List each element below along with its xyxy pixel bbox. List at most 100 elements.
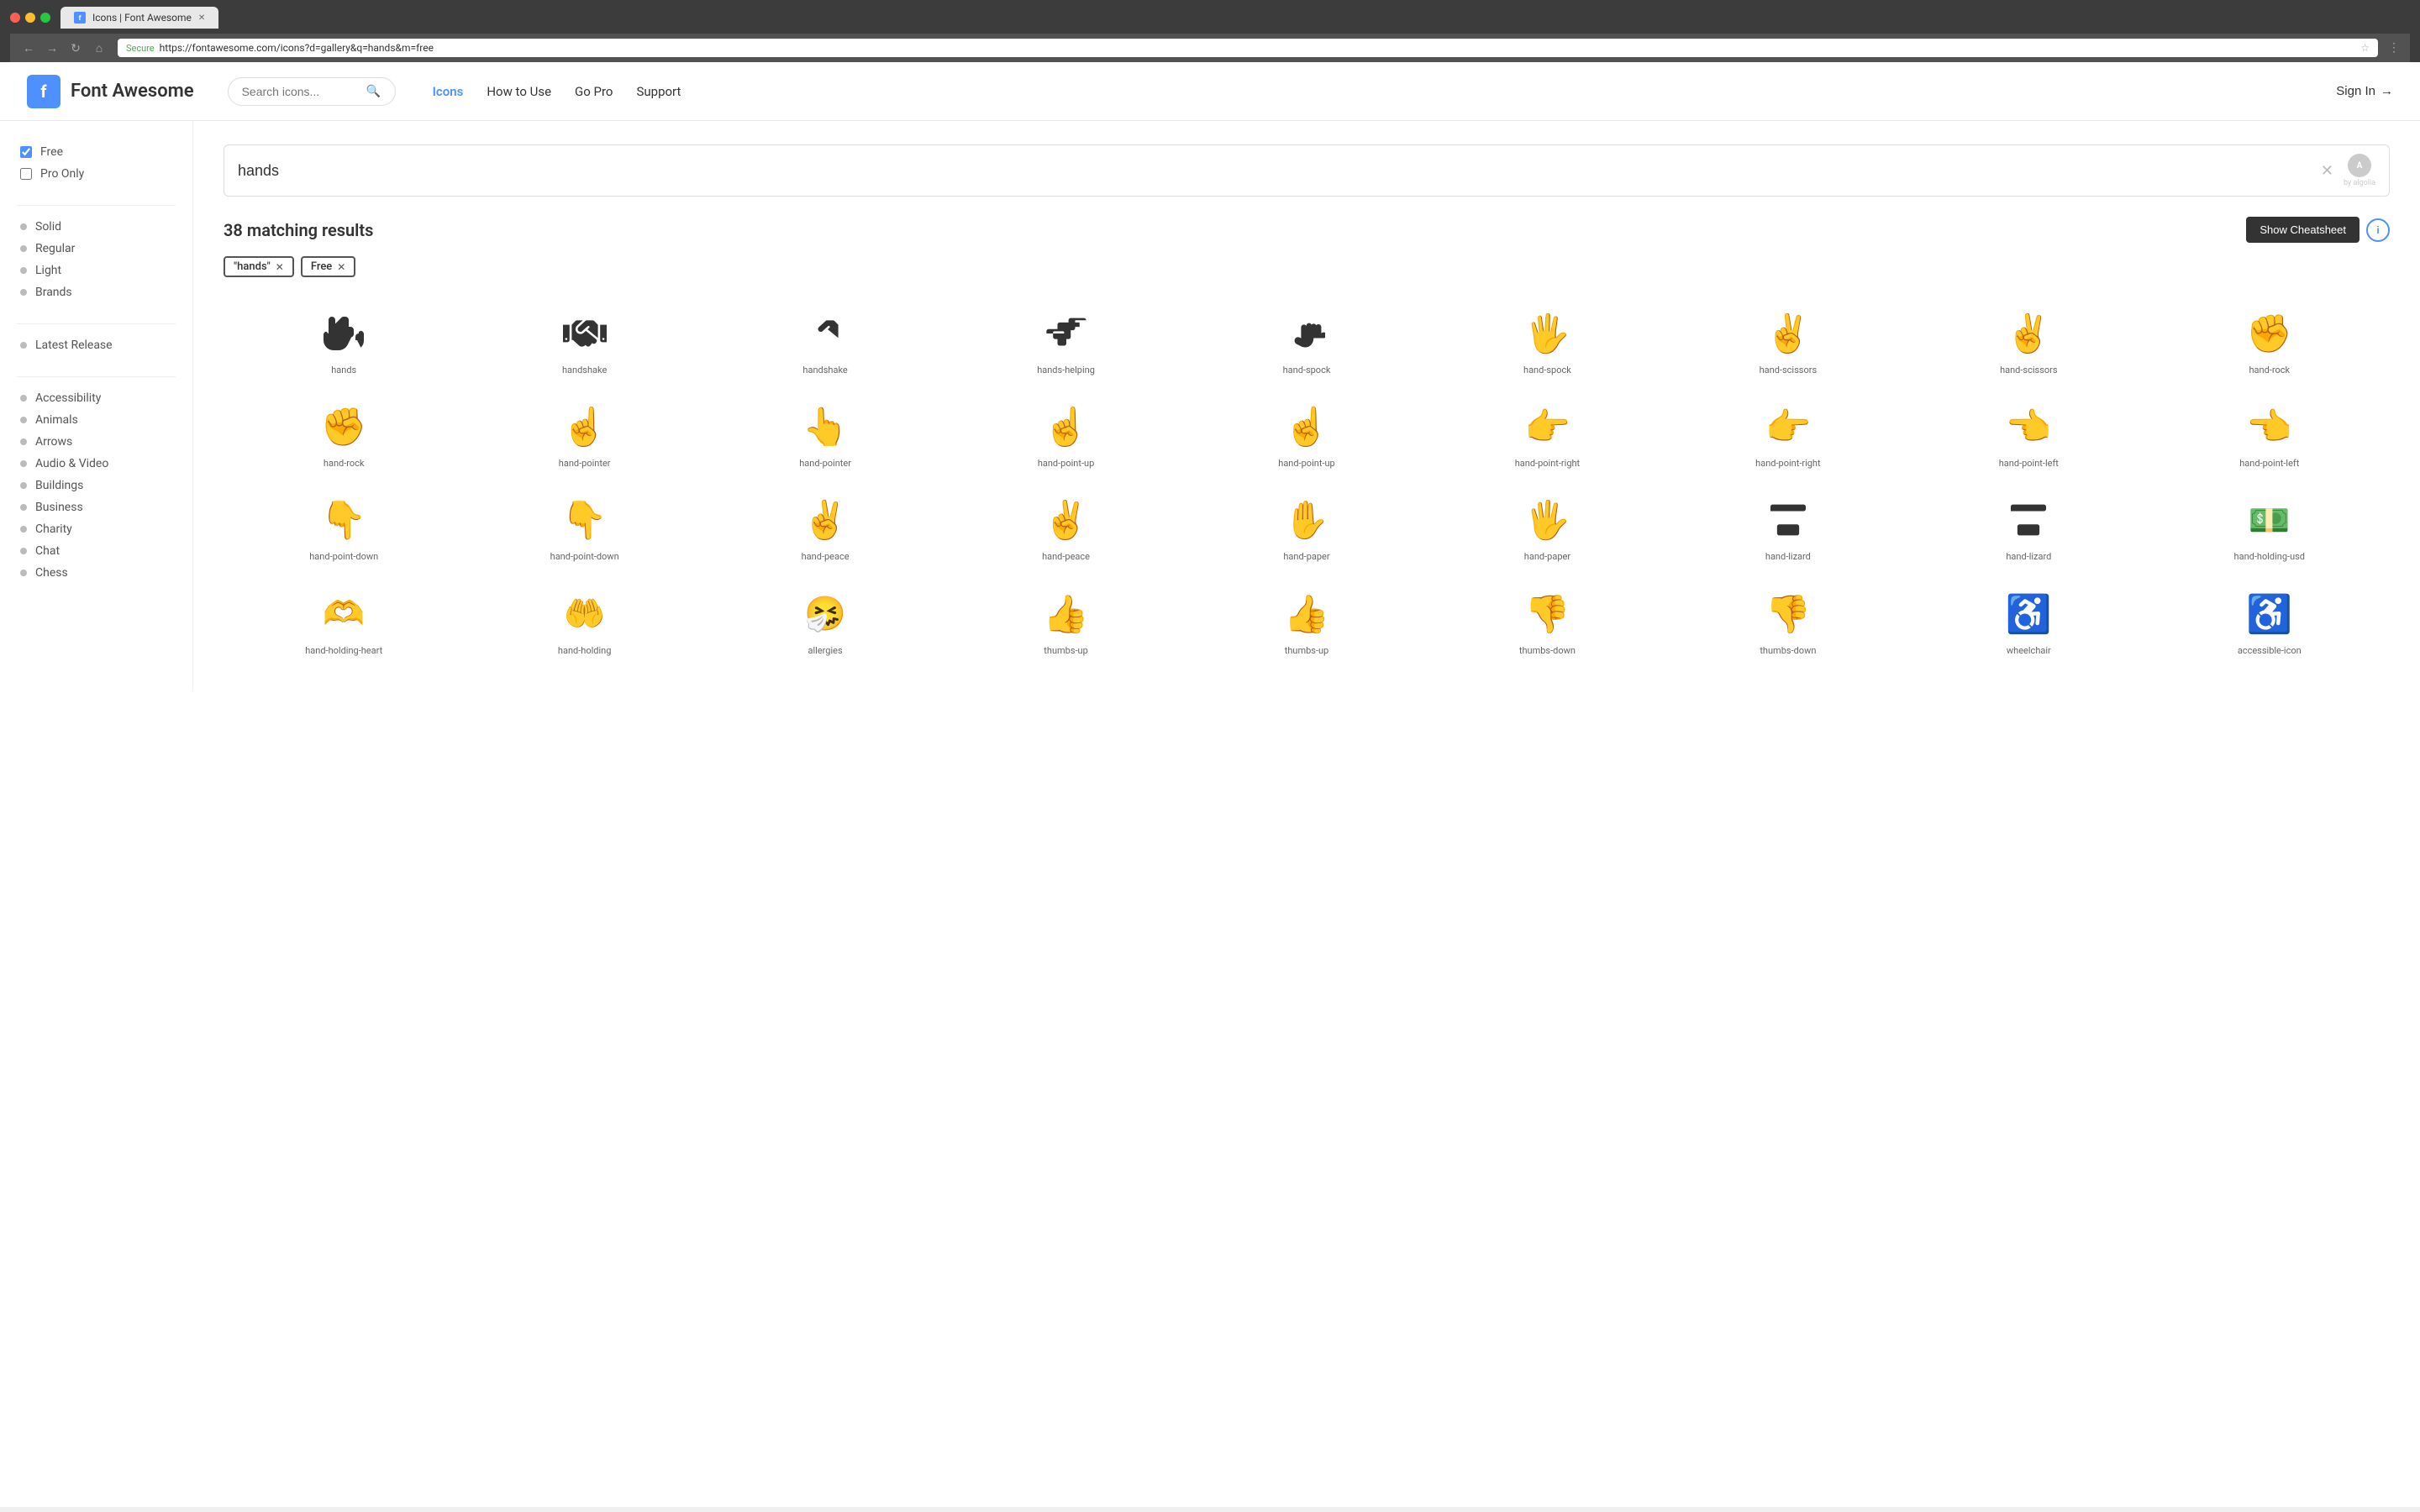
sidebar-item-latest-release[interactable]: Latest Release (17, 334, 176, 356)
icon-item-hand-point-right-2[interactable]: 👉 hand-point-right (1668, 387, 1908, 480)
chess-label: Chess (35, 566, 68, 580)
header-search-box[interactable]: 🔍 (228, 77, 396, 106)
icon-item-hand-lizard-2[interactable]: hand-lizard (1908, 480, 2149, 574)
icon-item-hand-peace-1[interactable]: ✌️ hand-peace (705, 480, 945, 574)
icon-item-hand-paper-2[interactable]: 🖐 hand-paper (1427, 480, 1667, 574)
nav-support[interactable]: Support (636, 84, 681, 99)
icon-item-hand-paper-1[interactable]: ✋ hand-paper (1186, 480, 1427, 574)
sidebar-item-free[interactable]: Free (17, 141, 176, 163)
sidebar-item-regular[interactable]: Regular (17, 238, 176, 260)
icon-item-hand-spock-1[interactable]: hand-spock (1186, 294, 1427, 387)
back-button[interactable]: ← (20, 39, 37, 56)
sidebar-item-business[interactable]: Business (17, 496, 176, 518)
sidebar-item-light[interactable]: Light (17, 260, 176, 281)
brands-label: Brands (35, 286, 72, 299)
icon-item-hand-scissors-2[interactable]: ✌ hand-scissors (1908, 294, 2149, 387)
icon-item-handshake-2[interactable]: handshake (705, 294, 945, 387)
filter-tag-hands[interactable]: "hands" ✕ (224, 256, 294, 277)
main-content: ✕ A by algolia 38 matching results Show … (193, 121, 2420, 691)
browser-tab[interactable]: f Icons | Font Awesome ✕ (60, 7, 218, 29)
logo-area[interactable]: f Font Awesome (27, 75, 194, 108)
icon-item-hand-pointer-1[interactable]: ☝ hand-pointer (464, 387, 704, 480)
close-window-button[interactable] (10, 13, 20, 23)
sidebar-item-buildings[interactable]: Buildings (17, 475, 176, 496)
sidebar-filter-section: Free Pro Only (17, 141, 176, 185)
icon-item-accessible-icon[interactable]: ♿ accessible-icon (2149, 575, 2390, 668)
sidebar-item-brands[interactable]: Brands (17, 281, 176, 303)
icon-item-hands[interactable]: hands (224, 294, 464, 387)
forward-button[interactable]: → (44, 39, 60, 56)
minimize-window-button[interactable] (25, 13, 35, 23)
icon-item-thumbs-down-2[interactable]: 👎 thumbs-down (1668, 575, 1908, 668)
sidebar-item-chess[interactable]: Chess (17, 562, 176, 584)
icon-item-hand-lizard-1[interactable]: hand-lizard (1668, 480, 1908, 574)
sidebar-item-chat[interactable]: Chat (17, 540, 176, 562)
icon-item-allergies[interactable]: 🤧 allergies (705, 575, 945, 668)
free-checkbox[interactable] (20, 146, 32, 158)
filter-tag-free-remove[interactable]: ✕ (337, 261, 345, 273)
thumbs-up-1-icon-label: thumbs-up (1044, 645, 1088, 656)
sidebar-item-arrows[interactable]: Arrows (17, 431, 176, 453)
icon-item-hand-rock-2[interactable]: ✊ hand-rock (224, 387, 464, 480)
icon-search-input[interactable] (238, 162, 2321, 180)
icon-item-thumbs-up-2[interactable]: 👍 thumbs-up (1186, 575, 1427, 668)
icon-item-hand-spock-2[interactable]: 🖐 hand-spock (1427, 294, 1667, 387)
sidebar-item-charity[interactable]: Charity (17, 518, 176, 540)
icon-item-hand-scissors-1[interactable]: ✌️ hand-scissors (1668, 294, 1908, 387)
hand-spock-1-icon-glyph (1288, 311, 1325, 356)
hand-holding-heart-icon-label: hand-holding-heart (305, 645, 382, 656)
icon-item-handshake-1[interactable]: handshake (464, 294, 704, 387)
icon-item-hand-point-up-1[interactable]: ☝ hand-point-up (945, 387, 1186, 480)
refresh-button[interactable]: ↻ (67, 39, 84, 56)
icon-item-hands-helping[interactable]: hands-helping (945, 294, 1186, 387)
icon-item-hand-point-down-1[interactable]: 👇 hand-point-down (224, 480, 464, 574)
browser-menu-button[interactable]: ⋮ (2388, 41, 2400, 55)
icon-item-hand-pointer-2[interactable]: 👆 hand-pointer (705, 387, 945, 480)
nav-go-pro[interactable]: Go Pro (575, 84, 613, 99)
sidebar-divider-3 (17, 376, 176, 377)
icon-item-thumbs-down-1[interactable]: 👎 thumbs-down (1427, 575, 1667, 668)
accessible-icon-glyph: ♿ (2246, 591, 2292, 637)
icon-item-wheelchair[interactable]: ♿ wheelchair (1908, 575, 2149, 668)
nav-how-to-use[interactable]: How to Use (487, 84, 551, 99)
icon-item-hand-point-down-2[interactable]: 👇 hand-point-down (464, 480, 704, 574)
sidebar-categories-section: Accessibility Animals Arrows Audio & Vid… (17, 387, 176, 584)
hand-pointer-2-icon-glyph: 👆 (802, 404, 849, 449)
icon-item-thumbs-up-1[interactable]: 👍 thumbs-up (945, 575, 1186, 668)
tab-close-button[interactable]: ✕ (198, 13, 205, 23)
header-search-input[interactable] (242, 85, 360, 98)
icon-search-bar[interactable]: ✕ A by algolia (224, 144, 2390, 197)
icon-item-hand-holding-usd[interactable]: 💵 hand-holding-usd (2149, 480, 2390, 574)
hand-point-up-2-icon-label: hand-point-up (1278, 458, 1334, 469)
header-right: Sign In → (2336, 84, 2393, 98)
filter-tag-free[interactable]: Free ✕ (301, 256, 355, 277)
pro-only-checkbox[interactable] (20, 168, 32, 180)
clear-search-button[interactable]: ✕ (2321, 162, 2333, 180)
sidebar-item-accessibility[interactable]: Accessibility (17, 387, 176, 409)
maximize-window-button[interactable] (40, 13, 50, 23)
icon-item-hand-point-right-1[interactable]: 👉 hand-point-right (1427, 387, 1667, 480)
icon-item-hand-point-up-2[interactable]: ☝ hand-point-up (1186, 387, 1427, 480)
info-button[interactable]: i (2366, 218, 2390, 242)
bookmark-icon[interactable]: ☆ (2360, 42, 2370, 54)
chat-label: Chat (35, 544, 60, 558)
icon-item-hand-holding-heart[interactable]: 🫶 hand-holding-heart (224, 575, 464, 668)
nav-icons[interactable]: Icons (433, 84, 464, 99)
icon-item-hand-point-left-1[interactable]: 👈 hand-point-left (1908, 387, 2149, 480)
hand-point-up-2-icon-glyph: ☝ (1284, 404, 1330, 449)
address-bar[interactable]: Secure https://fontawesome.com/icons?d=g… (118, 39, 2378, 57)
icon-item-hand-holding[interactable]: 🤲 hand-holding (464, 575, 704, 668)
home-button[interactable]: ⌂ (91, 39, 108, 56)
sign-in-button[interactable]: Sign In → (2336, 84, 2393, 98)
sidebar-item-animals[interactable]: Animals (17, 409, 176, 431)
hands-icon-glyph (324, 311, 364, 356)
sidebar-item-audio-video[interactable]: Audio & Video (17, 453, 176, 475)
filter-tag-hands-remove[interactable]: ✕ (276, 261, 284, 273)
sidebar-item-solid[interactable]: Solid (17, 216, 176, 238)
icon-item-hand-point-left-2[interactable]: 👈 hand-point-left (2149, 387, 2390, 480)
icon-item-hand-peace-2[interactable]: ✌ hand-peace (945, 480, 1186, 574)
hand-paper-1-icon-glyph: ✋ (1284, 497, 1330, 543)
show-cheatsheet-button[interactable]: Show Cheatsheet (2246, 217, 2360, 243)
icon-item-hand-rock-1[interactable]: ✊ hand-rock (2149, 294, 2390, 387)
sidebar-item-pro-only[interactable]: Pro Only (17, 163, 176, 185)
